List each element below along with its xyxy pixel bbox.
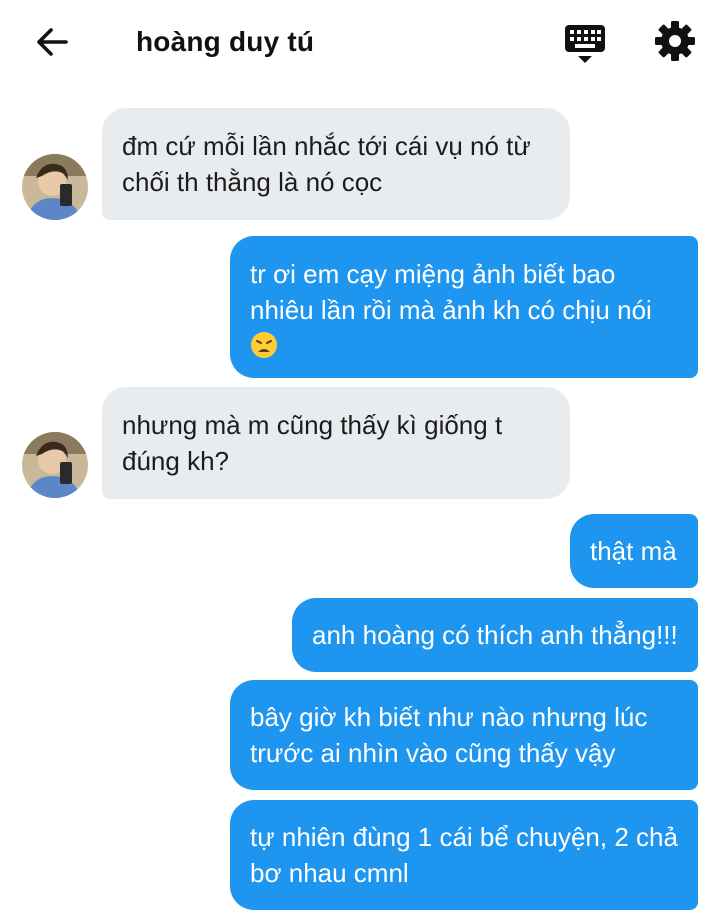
message-text-line: đúng kh? [122, 446, 229, 476]
message-text-line: chối th thằng là nó cọc [122, 167, 383, 197]
message-bubble-outgoing[interactable]: tự nhiên đùng 1 cái bể chuyện, 2 chả bơ … [230, 800, 698, 910]
message-bubble-outgoing[interactable]: bây giờ kh biết như nào nhưng lúc trước … [230, 680, 698, 790]
message-text-line: nhiêu lần rồi mà ảnh kh có chịu nói [250, 295, 652, 325]
message-text-line: tr ơi em cạy miệng ảnh biết bao [250, 259, 616, 289]
message-bubble-incoming[interactable]: nhưng mà m cũng thấy kì giống t đúng kh? [102, 387, 570, 499]
avatar[interactable] [22, 154, 88, 220]
chat-header: hoàng duy tú [0, 0, 720, 88]
message-bubble-outgoing[interactable]: thật mà [570, 514, 698, 588]
settings-button[interactable] [654, 20, 696, 62]
message-bubble-outgoing[interactable]: tr ơi em cạy miệng ảnh biết bao nhiêu lầ… [230, 236, 698, 378]
message-text-line: tự nhiên đùng 1 cái bể chuyện, 2 chả [250, 822, 678, 852]
message-bubble-incoming[interactable]: đm cứ mỗi lần nhắc tới cái vụ nó từ chối… [102, 108, 570, 220]
message-text-line: thật mà [590, 536, 677, 566]
arrow-left-icon [37, 28, 68, 56]
emoji-line [250, 328, 678, 364]
contact-name[interactable]: hoàng duy tú [136, 26, 314, 58]
gear-icon [655, 21, 695, 61]
avatar[interactable] [22, 432, 88, 498]
message-text-line: trước ai nhìn vào cũng thấy vậy [250, 738, 616, 768]
back-button[interactable] [32, 22, 72, 62]
weary-face-emoji-icon [251, 332, 277, 358]
message-text-line: nhưng mà m cũng thấy kì giống t [122, 410, 503, 440]
message-text-line: bây giờ kh biết như nào nhưng lúc [250, 702, 648, 732]
message-bubble-outgoing[interactable]: anh hoàng có thích anh thẳng!!! [292, 598, 698, 672]
chat-screen: hoàng duy tú đm cứ mỗi lần nhắc tới cái … [0, 0, 720, 916]
keyboard-button[interactable] [563, 22, 607, 66]
message-text-line: bơ nhau cmnl [250, 858, 409, 888]
keyboard-icon [565, 25, 605, 63]
avatar-photo-icon [22, 154, 88, 220]
message-text-line: anh hoàng có thích anh thẳng!!! [312, 620, 678, 650]
avatar-photo-icon [22, 432, 88, 498]
message-text-line: đm cứ mỗi lần nhắc tới cái vụ nó từ [122, 131, 531, 161]
